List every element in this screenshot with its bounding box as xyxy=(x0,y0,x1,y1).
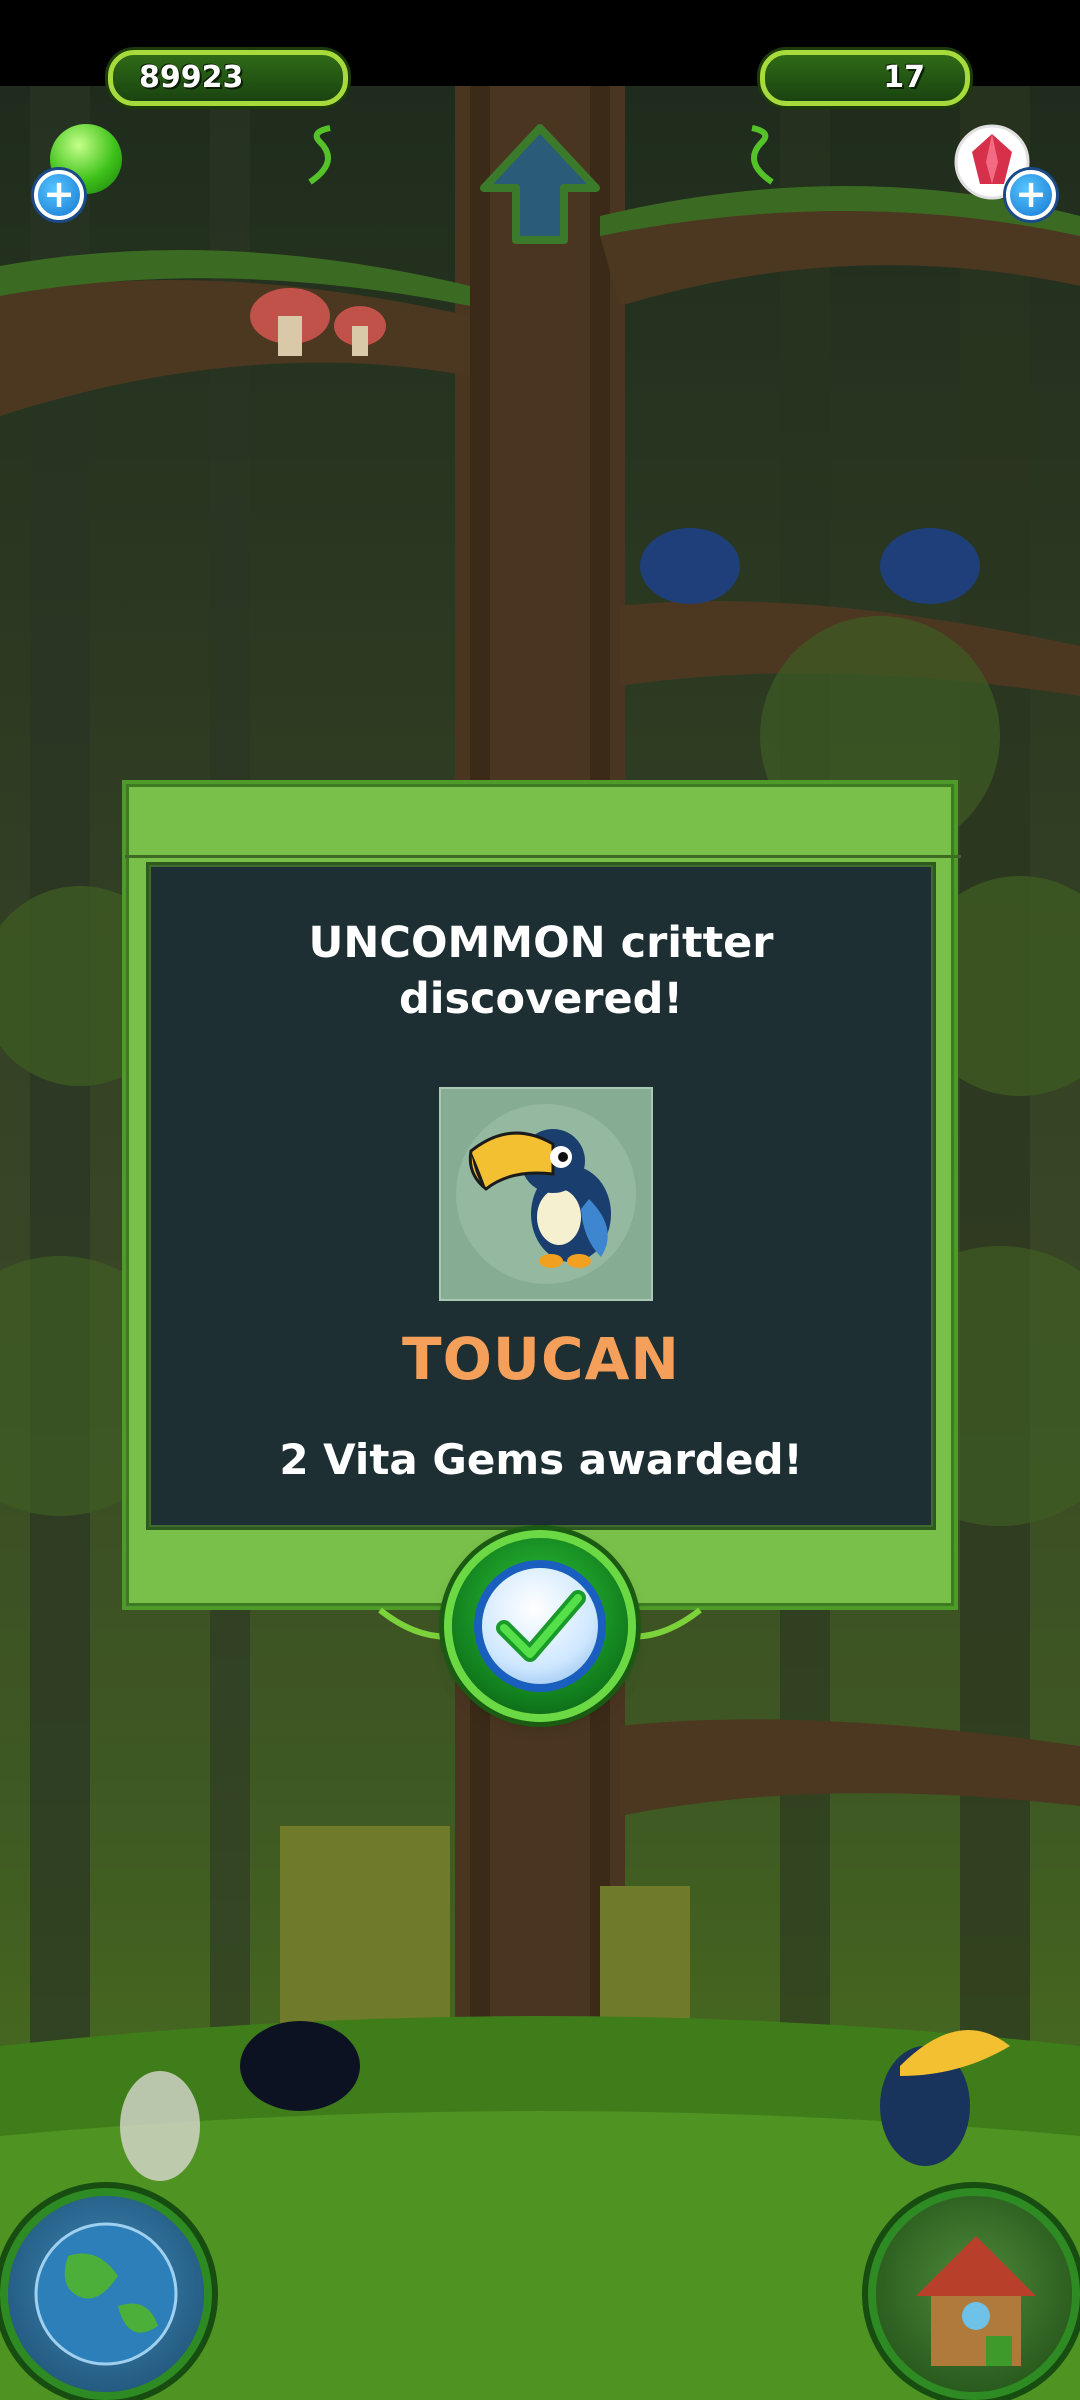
vine-icon xyxy=(308,125,331,185)
up-arrow-icon[interactable] xyxy=(478,122,602,252)
confirm-button-face xyxy=(482,1568,598,1684)
critter-name: TOUCAN xyxy=(402,1325,680,1393)
award-text: 2 Vita Gems awarded! xyxy=(279,1435,803,1484)
confirm-button[interactable] xyxy=(452,1538,628,1714)
dialog-title: UNCOMMON critter discovered! xyxy=(149,915,933,1027)
treehouse-button[interactable] xyxy=(876,2196,1072,2392)
globe-icon xyxy=(34,2222,178,2366)
goo-amount: 89923 xyxy=(139,60,244,95)
plus-icon[interactable]: + xyxy=(34,170,84,220)
critter-portrait xyxy=(439,1087,653,1301)
checkmark-icon xyxy=(496,1590,586,1662)
toucan-icon xyxy=(456,1104,636,1284)
discovery-dialog: UNCOMMON critter discovered! TOUCAN 2 Vi… xyxy=(122,780,961,1610)
dialog-title-text: UNCOMMON critter discovered! xyxy=(308,918,774,1024)
goo-bar: 89923 xyxy=(108,50,348,106)
dialog-panel: UNCOMMON critter discovered! TOUCAN 2 Vi… xyxy=(125,855,961,1530)
gem-bar: 17 xyxy=(760,50,970,106)
plus-icon[interactable]: + xyxy=(1006,170,1056,220)
gem-amount: 17 xyxy=(883,60,925,95)
treehouse-icon xyxy=(916,2236,1036,2366)
vine-icon xyxy=(751,125,774,185)
world-map-button[interactable] xyxy=(8,2196,204,2392)
